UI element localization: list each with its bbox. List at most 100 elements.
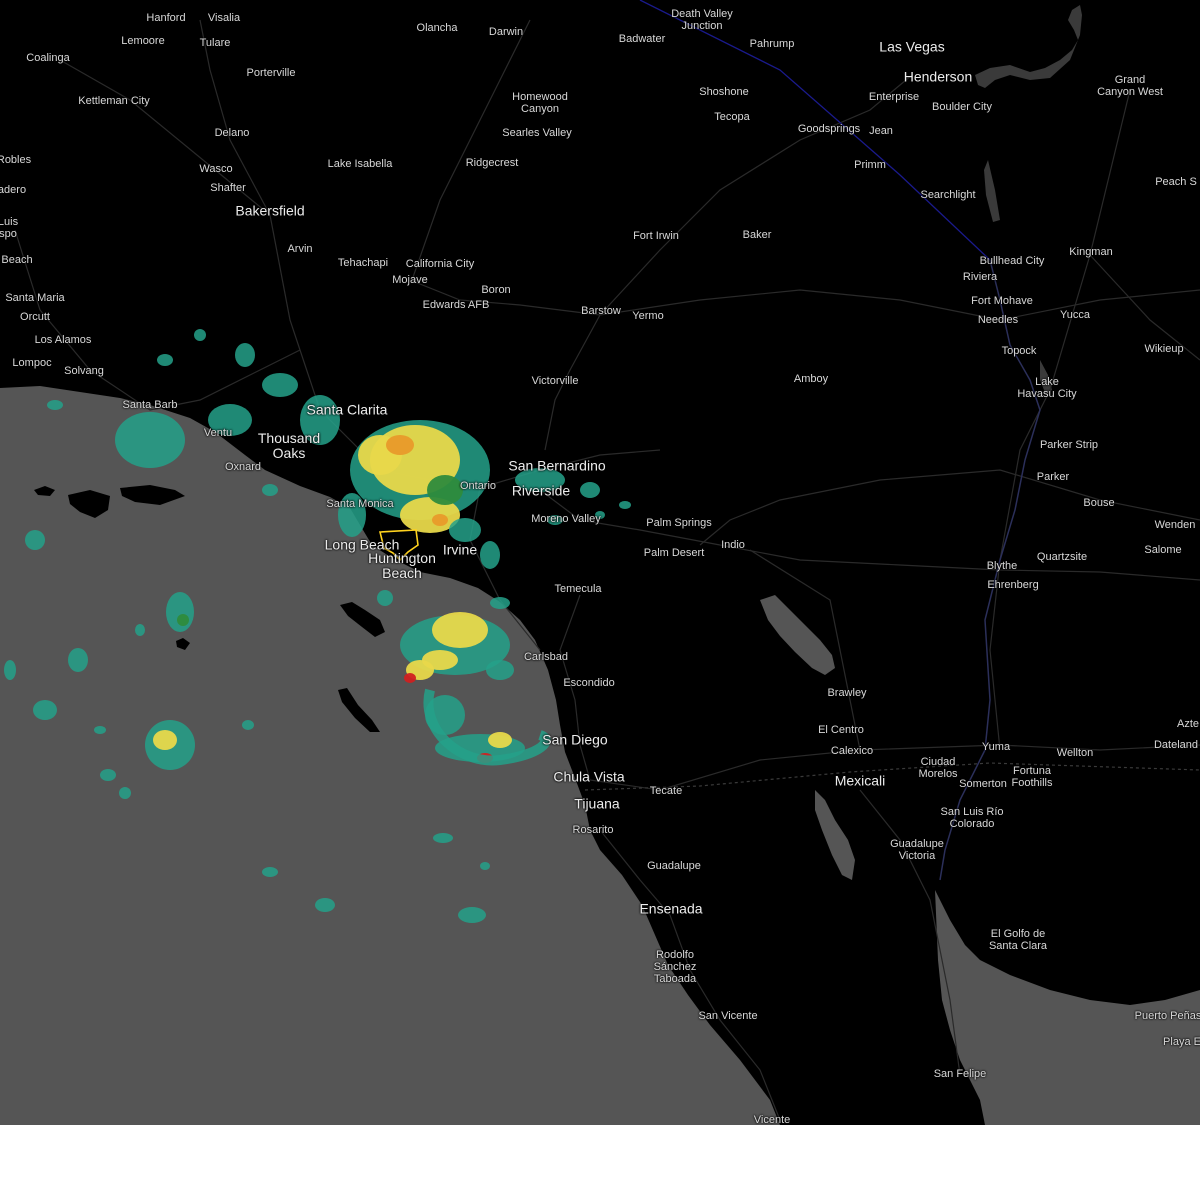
precip-cell bbox=[433, 833, 453, 843]
place-label: Mexicali bbox=[834, 772, 886, 789]
precip-cell bbox=[119, 787, 131, 799]
place-label: Mojave bbox=[392, 274, 428, 286]
place-label: Tulare bbox=[199, 37, 231, 49]
place-label: Temecula bbox=[554, 583, 602, 595]
place-label: Porterville bbox=[246, 67, 296, 79]
place-label: Salome bbox=[1144, 544, 1182, 556]
place-label: Guadalupe bbox=[647, 860, 701, 872]
place-label: Searchlight bbox=[920, 189, 976, 201]
place-label: Rosarito bbox=[572, 824, 614, 836]
place-label: Ensenada bbox=[639, 900, 703, 917]
place-label: Henderson bbox=[903, 68, 973, 85]
place-label: Kingman bbox=[1069, 246, 1113, 258]
place-label: Lake Havasu City bbox=[1017, 376, 1077, 400]
place-label: Goodsprings bbox=[797, 123, 861, 135]
precip-cell bbox=[488, 732, 512, 748]
place-label: Yucca bbox=[1060, 309, 1090, 321]
precip-cell bbox=[377, 590, 393, 606]
place-label: Baker bbox=[742, 229, 772, 241]
precip-cell bbox=[153, 730, 177, 750]
place-label: Santa Clarita bbox=[306, 401, 388, 418]
precip-cell bbox=[480, 862, 490, 870]
place-label: Thousand Oaks bbox=[257, 430, 321, 461]
place-label: Lompoc bbox=[12, 357, 52, 369]
place-label: Somerton bbox=[959, 778, 1007, 790]
place-label: El Golfo de Santa Clara bbox=[988, 928, 1048, 952]
place-label: Delano bbox=[214, 127, 250, 139]
place-label: Tijuana bbox=[574, 795, 620, 812]
salton-sea bbox=[760, 595, 835, 675]
place-label: Pahrump bbox=[749, 38, 795, 50]
precip-cell bbox=[177, 614, 189, 626]
place-label: Parker bbox=[1036, 471, 1070, 483]
precip-cell bbox=[480, 541, 500, 569]
map-canvas bbox=[0, 0, 1200, 1125]
precip-cell bbox=[242, 720, 254, 730]
page: Hanford Visalia Olancha Darwin Death Valley J… bbox=[0, 0, 1200, 1200]
precip-cell bbox=[490, 597, 510, 609]
precip-cell bbox=[619, 501, 631, 509]
place-label: Ciudad Morelos bbox=[918, 756, 958, 780]
place-label: Topock bbox=[1001, 345, 1037, 357]
place-label: Tecate bbox=[649, 785, 683, 797]
place-label: Grand Canyon West bbox=[1097, 74, 1163, 98]
place-label: Boulder City bbox=[932, 101, 992, 113]
place-label: Riviera bbox=[962, 271, 998, 283]
place-label: Enterprise bbox=[868, 91, 920, 103]
precip-cell bbox=[262, 373, 298, 397]
place-label: Ehrenberg bbox=[987, 579, 1039, 591]
place-label: Shafter bbox=[210, 182, 246, 194]
place-label: Homewood Canyon bbox=[512, 91, 568, 115]
place-label: Rodolfo Sánchez Taboada bbox=[653, 949, 697, 985]
precip-cell bbox=[68, 648, 88, 672]
place-label: Victorville bbox=[531, 375, 579, 387]
place-label: Ridgecrest bbox=[465, 157, 519, 169]
precip-cell bbox=[4, 660, 16, 680]
place-label: El Centro bbox=[818, 724, 864, 736]
precip-cell bbox=[157, 354, 173, 366]
place-label: Irvine bbox=[442, 541, 478, 558]
place-label: Dateland bbox=[1153, 739, 1199, 751]
place-label: Brawley bbox=[827, 687, 867, 699]
place-label: Visalia bbox=[207, 12, 241, 24]
place-label: Luis spo bbox=[0, 216, 19, 240]
place-label: Primm bbox=[854, 159, 886, 171]
precip-cell bbox=[262, 867, 278, 877]
place-label: San Vicente bbox=[698, 1010, 758, 1022]
precip-cell bbox=[33, 700, 57, 720]
place-label: Bakersfield bbox=[235, 202, 305, 219]
place-label: Parker Strip bbox=[1039, 439, 1099, 451]
place-label: Santa Maria bbox=[5, 292, 65, 304]
place-label: Fort Irwin bbox=[633, 230, 679, 242]
place-label: San Felipe bbox=[933, 1068, 987, 1080]
precip-cell bbox=[427, 475, 463, 505]
precip-cell bbox=[432, 612, 488, 648]
precip-cell bbox=[432, 514, 448, 526]
place-label: Riverside bbox=[511, 482, 571, 499]
lake-mead bbox=[975, 5, 1082, 88]
place-label: Darwin bbox=[488, 26, 524, 38]
lake-mohave bbox=[984, 160, 1000, 222]
place-label: Huntington Beach bbox=[368, 550, 436, 581]
precip-cell bbox=[25, 530, 45, 550]
place-label: Blythe bbox=[986, 560, 1018, 572]
place-label: Barstow bbox=[581, 305, 621, 317]
precip-cell bbox=[166, 592, 194, 632]
place-label: Edwards AFB bbox=[422, 299, 490, 311]
place-label: Santa Barb bbox=[122, 399, 178, 411]
place-label: Los Alamos bbox=[34, 334, 92, 346]
precip-cell bbox=[115, 412, 185, 468]
place-label: Wenden bbox=[1154, 519, 1196, 531]
place-label: Vicente bbox=[753, 1114, 791, 1125]
precip-cell bbox=[94, 726, 106, 734]
place-label: Wikieup bbox=[1144, 343, 1184, 355]
place-label: Olancha bbox=[416, 22, 458, 34]
place-label: Playa E bbox=[1163, 1036, 1200, 1048]
place-label: Lake Isabella bbox=[327, 158, 393, 170]
place-label: Jean bbox=[869, 125, 893, 137]
place-label: Ventu bbox=[203, 427, 233, 439]
precip-cell bbox=[580, 482, 600, 498]
place-label: San Luis Río Colorado bbox=[940, 806, 1004, 830]
precip-cell bbox=[100, 769, 116, 781]
radar-map[interactable]: Hanford Visalia Olancha Darwin Death Valley J… bbox=[0, 0, 1200, 1125]
